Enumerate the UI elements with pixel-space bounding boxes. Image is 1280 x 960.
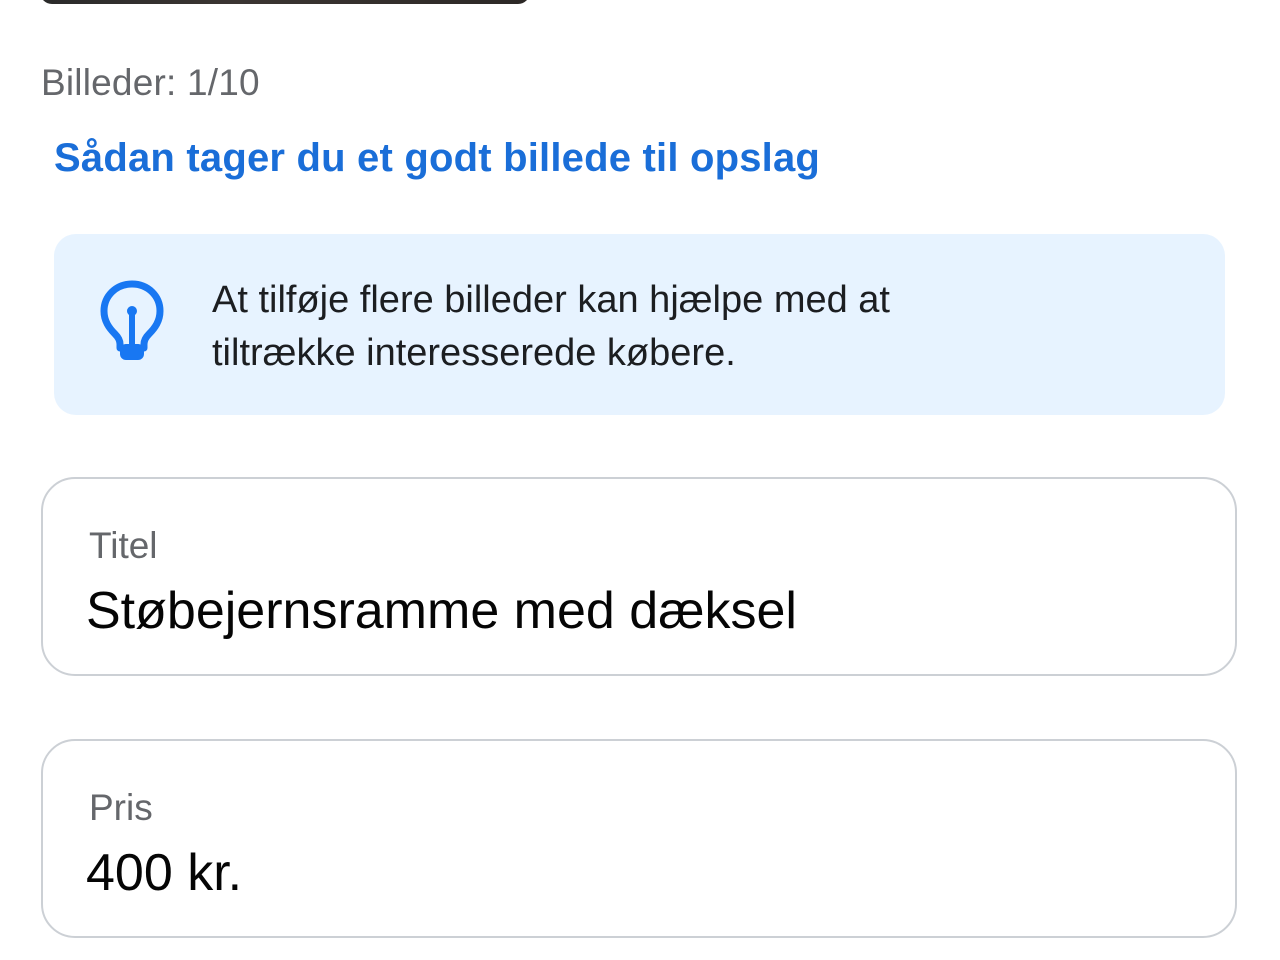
photo-thumbnail[interactable] <box>40 0 530 4</box>
title-field[interactable]: Titel Støbejernsramme med dæksel <box>41 477 1237 676</box>
price-field[interactable]: Pris 400 kr. <box>41 739 1237 938</box>
image-count: Billeder: 1/10 <box>41 62 260 103</box>
price-label: Pris <box>89 787 153 828</box>
tip-text: At tilføje flere billeder kan hjælpe med… <box>212 274 1192 380</box>
tip-text-line: At tilføje flere billeder kan hjælpe med… <box>212 279 890 321</box>
price-value[interactable]: 400 kr. <box>86 843 242 903</box>
photo-tips-link[interactable]: Sådan tager du et godt billede til opsla… <box>54 136 820 181</box>
title-value[interactable]: Støbejernsramme med dæksel <box>86 581 797 641</box>
tip-banner: At tilføje flere billeder kan hjælpe med… <box>54 234 1225 415</box>
tip-text-line: tiltrække interesserede købere. <box>212 332 736 374</box>
title-label: Titel <box>89 525 158 566</box>
lightbulb-icon <box>98 278 166 362</box>
listing-form-page: Billeder: 1/10 Sådan tager du et godt bi… <box>0 0 1280 960</box>
